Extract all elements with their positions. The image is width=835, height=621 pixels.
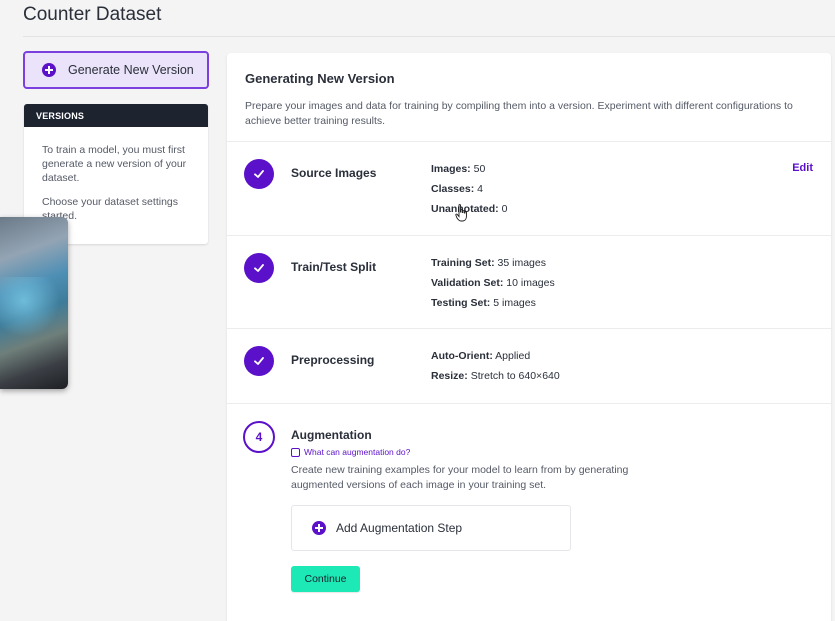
add-augmentation-step-button[interactable]: Add Augmentation Step [291,505,571,551]
detail-key: Testing Set: [431,297,491,309]
detail-key: Training Set: [431,257,495,269]
edit-source-images-link[interactable]: Edit [792,162,813,174]
detail-value: 10 images [506,277,555,289]
card-title: Generating New Version [245,71,395,86]
detail-key: Auto-Orient: [431,350,493,362]
page-title: Counter Dataset [23,4,162,25]
generate-version-card: Generating New Version Prepare your imag… [227,53,831,621]
detail-value: 5 images [493,297,536,309]
detail-value: 50 [473,163,486,175]
detail-value: Stretch to 640×640 [470,370,560,382]
versions-help-text: To train a model, you must first generat… [42,144,187,184]
completed-check-icon [244,253,274,283]
plus-circle-icon [42,63,56,77]
step-name: Source Images [291,166,377,180]
augmentation-description: Create new training examples for your mo… [291,464,629,491]
webcam-video-overlay [0,217,68,389]
plus-circle-icon [312,521,326,535]
detail-value: Applied [495,350,531,362]
augmentation-help-link[interactable]: What can augmentation do? [291,447,410,457]
step-name: Augmentation [291,428,372,442]
step-train-test-split: Train/Test Split Training Set: 35 images… [227,236,831,329]
detail-value: 35 images [497,257,546,269]
continue-button[interactable]: Continue [291,566,360,592]
step-number-badge: 4 [243,421,275,453]
step-augmentation: 4 Augmentation What can augmentation do?… [227,404,831,616]
step-preprocessing: Preprocessing Auto-Orient: Applied Resiz… [227,329,831,404]
completed-check-icon [244,159,274,189]
step-source-images: Source Images Images: 50 Classes: 4 Unan… [227,142,831,236]
augmentation-help-label: What can augmentation do? [304,447,411,457]
step-name: Preprocessing [291,353,375,367]
detail-key: Validation Set: [431,277,504,289]
info-icon [291,447,300,457]
title-divider [23,36,835,37]
detail-key: Images: [431,163,471,175]
detail-key: Classes: [431,183,475,195]
generate-new-version-button[interactable]: Generate New Version [23,51,209,89]
card-description: Prepare your images and data for trainin… [245,100,793,127]
detail-key: Resize: [431,370,468,382]
completed-check-icon [244,346,274,376]
detail-value: 4 [477,183,483,195]
step-name: Train/Test Split [291,260,377,274]
hand-cursor-icon [455,204,467,222]
add-augmentation-label: Add Augmentation Step [336,521,463,535]
generate-new-version-label: Generate New Version [68,63,194,77]
versions-header: VERSIONS [24,104,208,127]
detail-value: 0 [501,203,508,215]
